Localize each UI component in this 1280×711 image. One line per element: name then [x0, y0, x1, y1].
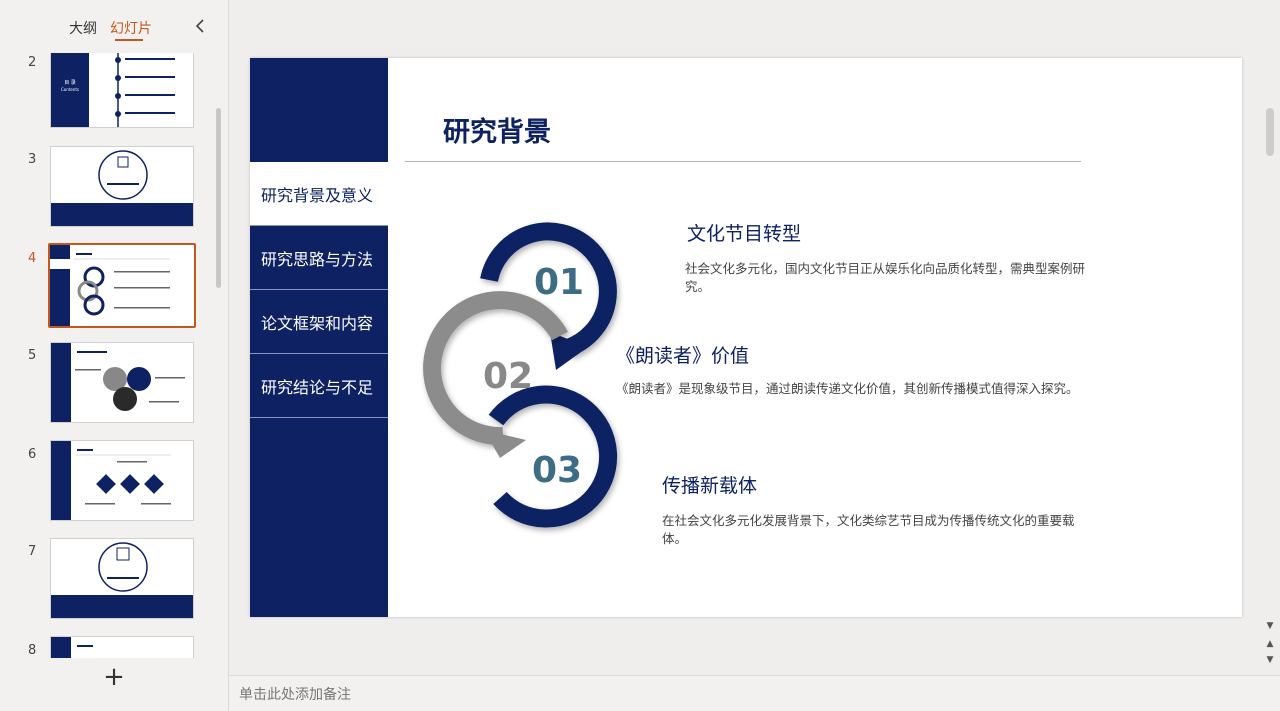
svg-text:目 录: 目 录: [64, 79, 76, 86]
slide-number: 3: [28, 152, 37, 167]
number-03: 03: [532, 450, 582, 491]
slide-thumbnail-4[interactable]: [48, 243, 196, 328]
slide-thumbnail-5[interactable]: [50, 342, 194, 423]
slide-thumbnail-list: 2 目 录 Contents 3 4 5 6 7 8: [0, 53, 229, 658]
scroll-down-icon[interactable]: ▼: [1264, 620, 1276, 632]
main-scrollbar[interactable]: [1266, 108, 1274, 156]
slide-number: 7: [28, 544, 37, 559]
item-body-01: 社会文化多元化，国内文化节目正从娱乐化向品质化转型，需典型案例研究。: [685, 261, 1086, 294]
active-tab-indicator: [115, 39, 143, 41]
tab-slides[interactable]: 幻灯片: [110, 18, 152, 38]
slide-number: 6: [28, 447, 37, 462]
notes-placeholder[interactable]: 单击此处添加备注: [239, 684, 351, 704]
slide-thumbnail-7[interactable]: [50, 538, 194, 619]
svg-text:Contents: Contents: [61, 87, 79, 92]
previous-slide-icon[interactable]: ▲: [1264, 638, 1276, 650]
slide-number: 2: [28, 55, 37, 70]
item-body-03: 在社会文化多元化发展背景下，文化类综艺节目成为传播传统文化的重要载体。: [662, 513, 1075, 546]
slide-thumbnail-8[interactable]: [50, 636, 194, 658]
slide-thumbnail-6[interactable]: [50, 440, 194, 521]
thumbnail-scrollbar[interactable]: [216, 108, 221, 288]
slide-thumbnail-3[interactable]: [50, 146, 194, 227]
number-01: 01: [534, 262, 584, 303]
slide-number: 5: [28, 348, 37, 363]
item-heading-03: 传播新载体: [662, 475, 758, 497]
next-slide-icon[interactable]: ▼: [1264, 654, 1276, 666]
tab-outline[interactable]: 大纲: [69, 18, 97, 38]
item-heading-02: 《朗读者》价值: [616, 345, 750, 367]
slide-canvas[interactable]: 研究背景及意义 研究思路与方法 论文框架和内容 研究结论与不足 研究背景 01 …: [250, 58, 1242, 617]
slide-number: 8: [28, 643, 37, 658]
slide-thumbnail-2[interactable]: 目 录 Contents: [50, 53, 194, 128]
number-02: 02: [483, 356, 533, 397]
add-slide-button[interactable]: +: [102, 664, 126, 690]
item-body-02: 《朗读者》是现象级节目，通过朗读传递文化价值，其创新传播模式值得深入探究。: [616, 381, 1079, 396]
item-heading-01: 文化节目转型: [687, 223, 802, 245]
notes-pane[interactable]: 单击此处添加备注: [229, 675, 1280, 711]
slide-panel: 大纲 幻灯片 2 目 录 Contents 3 4 5 6 7 8 +: [0, 0, 229, 711]
slide-number: 4: [28, 251, 37, 266]
collapse-chevron-icon[interactable]: [193, 17, 209, 35]
